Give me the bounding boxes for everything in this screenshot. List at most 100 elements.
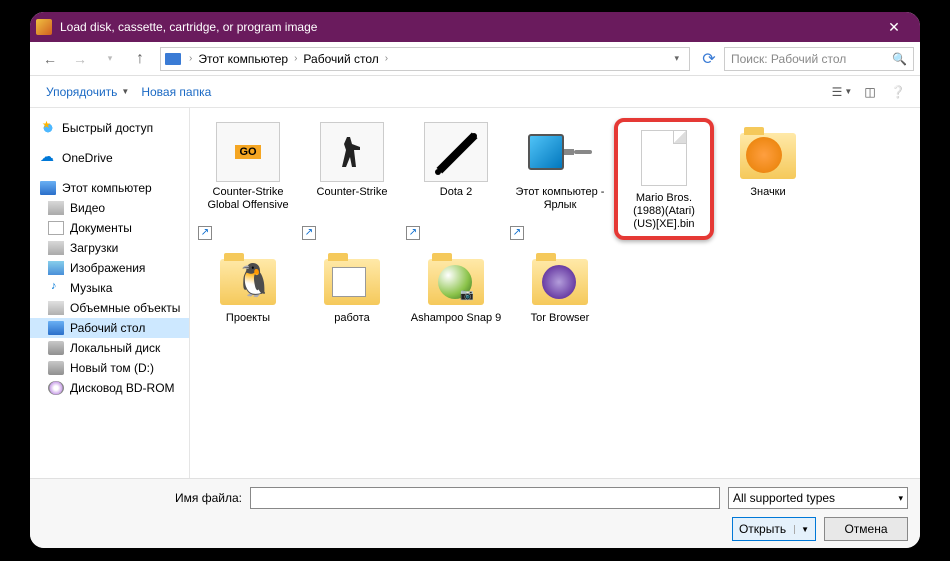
file-item-csgo[interactable]: GO ↗ Counter-Strike Global Offensive [198, 118, 298, 240]
csgo-icon: GO [216, 122, 280, 182]
document-icon [48, 221, 64, 235]
file-item-tor-folder[interactable]: Tor Browser [510, 244, 610, 329]
file-label: Этот компьютер - Ярлык [514, 186, 606, 212]
forward-button[interactable]: → [66, 46, 94, 72]
address-bar[interactable]: › Этот компьютер › Рабочий стол › ▾ [160, 47, 690, 71]
chevron-down-icon: ▾ [898, 493, 903, 504]
file-item-dota2[interactable]: ↗ Dota 2 [406, 118, 506, 240]
breadcrumb-thispc[interactable]: Этот компьютер [196, 52, 290, 66]
body: Быстрый доступ OneDrive Этот компьютер В… [30, 108, 920, 478]
breadcrumb-desktop[interactable]: Рабочий стол [301, 52, 380, 66]
file-item-work-folder[interactable]: работа [302, 244, 402, 329]
help-button[interactable]: ❔ [886, 81, 910, 103]
sidebar-onedrive[interactable]: OneDrive [30, 148, 189, 168]
sidebar-label: Загрузки [70, 241, 118, 255]
sidebar-quick-access[interactable]: Быстрый доступ [30, 118, 189, 138]
file-item-icons-folder[interactable]: Значки [718, 118, 818, 240]
file-label: Mario Bros.(1988)(Atari)(US)[XE].bin [622, 192, 706, 232]
cancel-label: Отмена [844, 522, 887, 536]
video-icon [48, 201, 64, 215]
chevron-down-icon: ▼ [121, 87, 129, 96]
download-icon [48, 241, 64, 255]
folder-icon [424, 248, 488, 308]
back-button[interactable]: ← [36, 46, 64, 72]
shortcut-icon: ↗ [406, 226, 420, 240]
sidebar-label: Музыка [70, 281, 112, 295]
disk-icon [48, 341, 64, 355]
csgo-text: GO [235, 145, 260, 159]
sidebar-label: Новый том (D:) [70, 361, 154, 375]
open-label: Открыть [739, 522, 786, 536]
shortcut-icon: ↗ [510, 226, 524, 240]
dialog-window: Load disk, cassette, cartridge, or progr… [26, 8, 924, 552]
chevron-right-icon: › [381, 53, 392, 64]
cs-icon [320, 122, 384, 182]
search-input[interactable]: Поиск: Рабочий стол 🔍 [724, 47, 914, 71]
desktop-icon [48, 321, 64, 335]
shortcut-icon: ↗ [302, 226, 316, 240]
file-label: Значки [750, 186, 785, 199]
pc-icon [165, 53, 181, 65]
filetype-label: All supported types [733, 491, 835, 505]
address-dropdown[interactable]: ▾ [668, 53, 685, 64]
music-icon [48, 281, 64, 295]
shortcut-icon: ↗ [198, 226, 212, 240]
preview-pane-button[interactable]: ◫ [858, 81, 882, 103]
file-label: Ashampoo Snap 9 [411, 312, 502, 325]
organize-menu[interactable]: Упорядочить ▼ [40, 81, 135, 103]
sidebar-item-bdrom[interactable]: Дисковод BD-ROM [30, 378, 189, 398]
sidebar-item-3dobjects[interactable]: Объемные объекты [30, 298, 189, 318]
sidebar-item-desktop[interactable]: Рабочий стол [30, 318, 189, 338]
file-item-projects-folder[interactable]: 🐧 Проекты [198, 244, 298, 329]
toolbar: Упорядочить ▼ Новая папка ☰▼ ◫ ❔ [30, 76, 920, 108]
file-label: Counter-Strike [317, 186, 388, 199]
sidebar-item-volume-d[interactable]: Новый том (D:) [30, 358, 189, 378]
objects-icon [48, 301, 64, 315]
sidebar-item-video[interactable]: Видео [30, 198, 189, 218]
sidebar-label: Документы [70, 221, 132, 235]
sidebar-label: Объемные объекты [70, 301, 180, 315]
file-item-ashampoo-folder[interactable]: Ashampoo Snap 9 [406, 244, 506, 329]
star-icon [40, 121, 56, 135]
file-label: Проекты [226, 312, 270, 325]
view-options-button[interactable]: ☰▼ [830, 81, 854, 103]
new-folder-button[interactable]: Новая папка [135, 81, 217, 103]
sidebar-thispc[interactable]: Этот компьютер [30, 178, 189, 198]
sidebar-item-images[interactable]: Изображения [30, 258, 189, 278]
sidebar-item-music[interactable]: Музыка [30, 278, 189, 298]
organize-label: Упорядочить [46, 85, 117, 99]
sidebar-item-documents[interactable]: Документы [30, 218, 189, 238]
refresh-button[interactable]: ⟳ [696, 49, 722, 69]
image-icon [48, 261, 64, 275]
sidebar-item-downloads[interactable]: Загрузки [30, 238, 189, 258]
file-label: работа [334, 312, 369, 325]
filename-input[interactable] [250, 487, 720, 509]
sidebar-label: OneDrive [62, 151, 113, 165]
sidebar: Быстрый доступ OneDrive Этот компьютер В… [30, 108, 190, 478]
file-label: Counter-Strike Global Offensive [202, 186, 294, 212]
open-button[interactable]: Открыть ▼ [732, 517, 816, 541]
dota-icon [424, 122, 488, 182]
file-icon [632, 128, 696, 188]
sidebar-item-localdisk[interactable]: Локальный диск [30, 338, 189, 358]
file-item-cs[interactable]: ↗ Counter-Strike [302, 118, 402, 240]
app-icon [36, 19, 52, 35]
pc-icon [40, 181, 56, 195]
file-item-mario-bin[interactable]: Mario Bros.(1988)(Atari)(US)[XE].bin [614, 118, 714, 240]
folder-icon: 🐧 [216, 248, 280, 308]
file-item-thispc-shortcut[interactable]: ↗ Этот компьютер - Ярлык [510, 118, 610, 240]
filetype-select[interactable]: All supported types ▾ [728, 487, 908, 509]
monitor-icon [528, 122, 592, 182]
sidebar-label: Локальный диск [70, 341, 160, 355]
folder-icon [528, 248, 592, 308]
chevron-down-icon: ▼ [794, 525, 809, 534]
disc-icon [48, 381, 64, 395]
window-title: Load disk, cassette, cartridge, or progr… [60, 20, 874, 34]
cancel-button[interactable]: Отмена [824, 517, 908, 541]
recent-dropdown[interactable]: ▾ [96, 46, 124, 72]
footer: Имя файла: All supported types ▾ Открыть… [30, 478, 920, 551]
up-button[interactable]: ↑ [126, 46, 154, 72]
sidebar-label: Видео [70, 201, 105, 215]
close-button[interactable]: ✕ [874, 19, 914, 36]
folder-icon [736, 122, 800, 182]
